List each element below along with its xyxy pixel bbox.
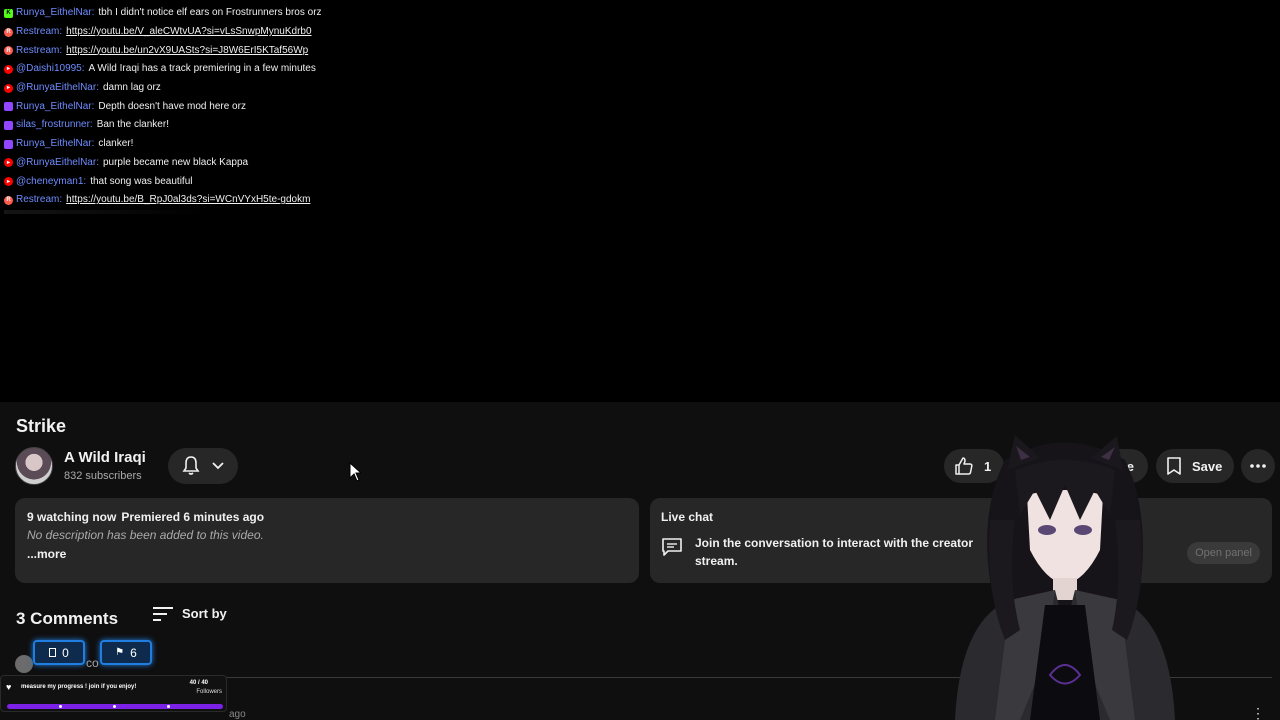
chat-message: R Restream: https://youtu.be/un2vX9UASts?s… bbox=[4, 41, 564, 60]
comment-input-partial[interactable]: co bbox=[86, 656, 99, 670]
goal-label: Followers bbox=[196, 689, 222, 695]
chat-separator: : bbox=[81, 63, 85, 75]
chat-separator: : bbox=[91, 100, 95, 112]
more-horizontal-icon bbox=[1250, 464, 1266, 468]
kick-icon: K bbox=[4, 8, 13, 18]
goal-marker bbox=[59, 705, 62, 708]
restream-icon: R bbox=[4, 27, 13, 37]
more-actions-button[interactable] bbox=[1241, 449, 1275, 483]
chat-text: Depth doesn't have mod here orz bbox=[98, 100, 246, 112]
chat-username[interactable]: Runya_EithelNar bbox=[16, 100, 92, 114]
goal-count: 40 / 40 bbox=[189, 680, 208, 686]
chat-link[interactable]: https://youtu.be/V_aleCWtvUA?si=vLsSnwpM… bbox=[66, 25, 311, 39]
video-player[interactable]: K Runya_EithelNar: tbh I didn't notice elf… bbox=[0, 0, 1280, 402]
comment-menu-icon[interactable]: ⋮ bbox=[1251, 705, 1265, 720]
comment-time-text: ago bbox=[229, 709, 246, 720]
comment-user-avatar[interactable] bbox=[15, 655, 33, 673]
vtuber-avatar bbox=[955, 435, 1175, 720]
chat-username[interactable]: @cheneyman1 bbox=[16, 175, 83, 189]
youtube-icon: ▸ bbox=[4, 158, 13, 168]
chat-username[interactable]: @RunyaEithelNar bbox=[16, 81, 96, 95]
show-more-link[interactable]: ...more bbox=[27, 547, 627, 561]
chat-separator: : bbox=[96, 156, 99, 168]
chat-text: Ban the clanker! bbox=[96, 119, 169, 131]
chat-message: ▸ @RunyaEithelNar: purple became new black… bbox=[4, 154, 564, 173]
heart-icon: ♥ bbox=[6, 682, 12, 692]
video-title: Strike bbox=[16, 416, 67, 436]
stream-chat-overlay: K Runya_EithelNar: tbh I didn't notice elf… bbox=[4, 4, 564, 210]
chat-link[interactable]: https://youtu.be/B_RpJ0al3ds?si=WCnVYxH5… bbox=[66, 193, 310, 207]
chat-username[interactable]: Runya_EithelNar bbox=[16, 137, 92, 151]
chat-text: tbh I didn't notice elf ears on Frostrun… bbox=[98, 7, 322, 19]
chat-text: purple became new black Kappa bbox=[102, 156, 249, 168]
goal-marker bbox=[113, 705, 116, 708]
channel-avatar[interactable] bbox=[15, 447, 53, 485]
mouse-cursor-icon bbox=[349, 462, 361, 482]
chat-text: that song was beautiful bbox=[90, 175, 193, 187]
like-counter-value: 0 bbox=[62, 645, 69, 660]
restream-icon: R bbox=[4, 46, 13, 56]
chat-username[interactable]: Restream bbox=[16, 44, 59, 58]
chat-username[interactable]: @Daishi10995 bbox=[16, 62, 82, 76]
chat-separator: : bbox=[91, 138, 95, 150]
description-stats: 9 watching now Premiered 6 minutes ago bbox=[27, 510, 627, 524]
chat-separator: : bbox=[59, 44, 63, 56]
chat-separator: : bbox=[96, 82, 99, 94]
bell-icon bbox=[182, 456, 200, 475]
chat-text: A Wild Iraqi has a track premiering in a… bbox=[88, 63, 316, 75]
stream-like-counter: 0 bbox=[33, 640, 85, 665]
save-counter-value: 6 bbox=[130, 645, 137, 660]
chat-message: ▸ @Daishi10995: A Wild Iraqi has a track p… bbox=[4, 60, 564, 79]
youtube-icon: ▸ bbox=[4, 64, 13, 74]
description-box[interactable]: 9 watching now Premiered 6 minutes ago No… bbox=[15, 498, 639, 583]
live-chat-text-part3: stream. bbox=[695, 554, 738, 568]
twitch-icon bbox=[4, 120, 13, 130]
chat-message: Runya_EithelNar: clanker! bbox=[4, 135, 564, 154]
chat-username[interactable]: silas_frostrunner bbox=[16, 118, 90, 132]
flag-icon: ⚑ bbox=[115, 647, 125, 658]
chat-username[interactable]: Restream bbox=[16, 193, 59, 207]
restream-icon: R bbox=[4, 195, 13, 205]
sort-icon bbox=[153, 606, 173, 621]
youtube-icon: ▸ bbox=[4, 83, 13, 93]
chat-message: R Restream: https://youtu.be/V_aleCWtvUA?s… bbox=[4, 23, 564, 42]
watching-now: 9 watching now bbox=[27, 510, 117, 524]
sort-by-label: Sort by bbox=[182, 606, 227, 621]
chat-link[interactable]: https://youtu.be/un2vX9UASts?si=J8W6ErI5… bbox=[66, 44, 308, 58]
channel-name[interactable]: A Wild Iraqi bbox=[64, 449, 146, 466]
chat-separator: : bbox=[89, 119, 93, 131]
chat-text: clanker! bbox=[98, 138, 134, 150]
chat-message: silas_frostrunner: Ban the clanker! bbox=[4, 116, 564, 135]
chat-username[interactable]: Runya_EithelNar bbox=[16, 6, 92, 20]
chat-username[interactable]: Restream bbox=[16, 25, 59, 39]
youtube-icon: ▸ bbox=[4, 177, 13, 187]
chevron-down-icon bbox=[212, 462, 224, 470]
sort-by-button[interactable]: Sort by bbox=[153, 606, 227, 621]
stream-save-counter: ⚑ 6 bbox=[100, 640, 152, 665]
twitch-icon bbox=[4, 139, 13, 149]
premiered-time: Premiered 6 minutes ago bbox=[121, 510, 265, 524]
comments-count: 3 Comments bbox=[16, 609, 119, 628]
chat-separator: : bbox=[59, 26, 63, 38]
chat-message: Runya_EithelNar: Depth doesn't have mod h… bbox=[4, 97, 564, 116]
chat-message: R Restream: https://youtu.be/B_RpJ0al3ds?s… bbox=[4, 191, 564, 210]
follower-goal-widget: ♥ measure my progress ! join if you enjo… bbox=[0, 675, 227, 712]
chat-fade-line bbox=[4, 210, 204, 214]
chat-message: ▸ @RunyaEithelNar: damn lag orz bbox=[4, 79, 564, 98]
chat-text: damn lag orz bbox=[102, 82, 161, 94]
notification-bell-button[interactable] bbox=[168, 448, 238, 484]
chat-separator: : bbox=[91, 7, 95, 19]
subscriber-count: 832 subscribers bbox=[64, 470, 142, 482]
chat-bubble-icon bbox=[662, 538, 682, 556]
description-text: No description has been added to this vi… bbox=[27, 528, 264, 542]
chat-message: ▸ @cheneyman1: that song was beautiful bbox=[4, 172, 564, 191]
chat-separator: : bbox=[59, 194, 63, 206]
twitch-icon bbox=[4, 102, 13, 112]
like-counter-icon bbox=[49, 648, 57, 657]
chat-message: K Runya_EithelNar: tbh I didn't notice elf… bbox=[4, 4, 564, 23]
chat-separator: : bbox=[83, 175, 87, 187]
chat-username[interactable]: @RunyaEithelNar bbox=[16, 156, 96, 170]
goal-message: measure my progress ! join if you enjoy! bbox=[21, 684, 137, 690]
goal-marker bbox=[167, 705, 170, 708]
